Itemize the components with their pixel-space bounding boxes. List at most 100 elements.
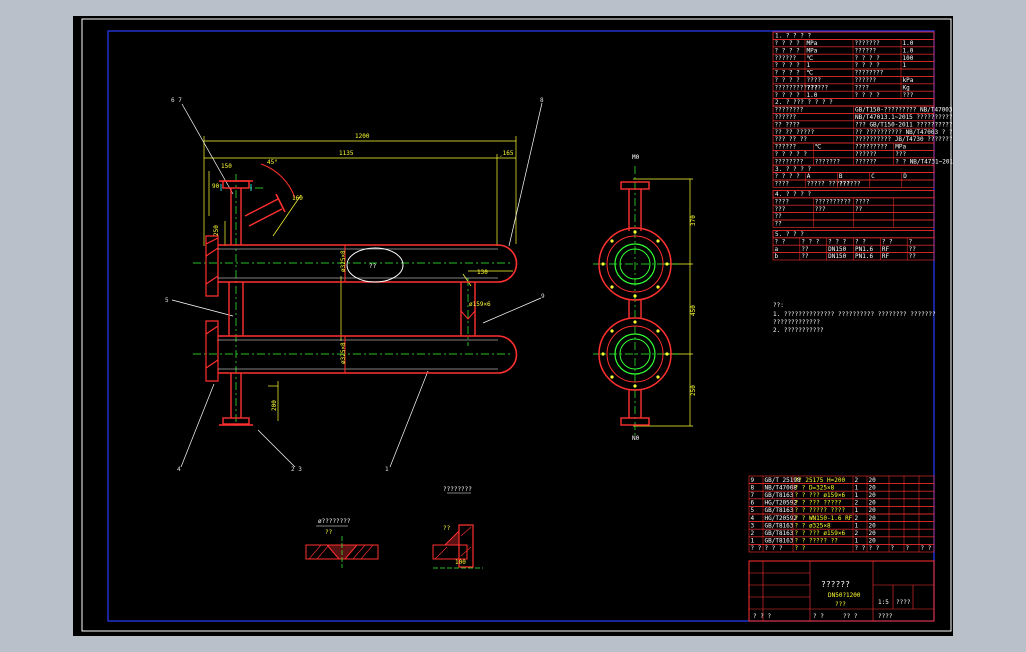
notes: ??: 1. ?????????????? ?????????? ???????… (773, 302, 936, 334)
part-label-5: 5 (165, 297, 169, 304)
dim-overall: 1200 (355, 133, 370, 140)
spec-cell: 1.0 (903, 40, 914, 47)
note-line-1: 1. ?????????????? ?????????? ???????? ??… (773, 311, 936, 318)
title-bottom-1: ? ? ? (753, 613, 771, 620)
bom-cell: 1 (855, 492, 859, 499)
dim-conn: ø159×6 (469, 301, 491, 308)
detail-a-sub: ?? (325, 529, 333, 536)
title-dwg: DN50?1200 (828, 592, 861, 599)
dim-inner: 1135 (339, 150, 354, 157)
spec-cell: DN150 (828, 253, 846, 260)
spec-cell: Kg (903, 84, 911, 91)
spec-cell: ?? (775, 221, 783, 228)
spec-cell: PN1.6 (855, 253, 873, 260)
flange-mark-bottom: N0 (632, 435, 640, 442)
bom-cell: 1 (855, 522, 859, 529)
title-main: ?????? (821, 580, 850, 589)
part-label-8: 8 (540, 97, 544, 104)
spec-cell: ?????????? (815, 198, 852, 205)
spec-cell: ? ? ? ? (775, 173, 801, 180)
bom-cell: 7 (751, 492, 755, 499)
spec-cell: NB/T47013.1~2015 ?????????? (855, 114, 953, 121)
bom-cell: 2 (751, 530, 755, 537)
spec-cell: ? ? ? (828, 238, 846, 245)
spec-cell: ??? (895, 151, 906, 158)
spec-cell: ?? (801, 253, 809, 260)
cad-drawing: 6 7 8 5 9 4 2 3 1 ?? 1200 1135 ¸165 150 … (81, 18, 953, 632)
dim-right: ¸165 (499, 150, 514, 157)
spec-cell: ? ? ? ? (775, 62, 801, 69)
bom-cell: ? ? WN150-1.6 RF (795, 515, 853, 522)
bom-cell: ? ? ? (765, 545, 783, 552)
spec-cell: ???? (775, 198, 790, 205)
spec-cell: ???? (775, 181, 790, 188)
spec-cell: b (775, 253, 779, 260)
side-view (593, 166, 693, 436)
note-line-2: ????????????? (773, 319, 820, 326)
dim-d130: 130 (477, 269, 488, 276)
bom-cell: ? ? (751, 545, 762, 552)
detail-b-dim2: 100 (455, 559, 466, 566)
spec-cell: MPa (807, 47, 818, 54)
bom-cell: ? ? (921, 545, 932, 552)
title-sub: ??? (835, 601, 846, 608)
spec-cell: ?????? (855, 77, 877, 84)
detail-b-label: ???????? (443, 486, 472, 493)
bom-cell: 20 (869, 484, 877, 491)
spec-cell: ? ? NB/T4731~2015 (895, 158, 953, 165)
spec-cell: ??????? (855, 40, 881, 47)
spec-cell: ?? (909, 246, 917, 253)
dim-pipe-a: ø325×8 (340, 250, 347, 272)
bom-cell: 1 (855, 484, 859, 491)
flange-mark-top: M0 (632, 154, 640, 161)
title-bottom-4: ???? (878, 613, 893, 620)
dim-pipe-b: ø325×8 (340, 342, 347, 364)
spec-cell: C (871, 173, 875, 180)
dim-angle: 45° (267, 159, 278, 166)
bom-table: 9 GB/T 25198?? 25175 H=200 2 208 NB/T47008? … (748, 475, 935, 553)
notes-title: ??: (773, 302, 784, 309)
spec-cell: ???? (855, 84, 870, 91)
spec-section-title: 4. ? ? ? ? (775, 191, 812, 198)
part-label-1: 1 (385, 466, 389, 473)
spec-cell: MPa (895, 144, 906, 151)
detail-b-dim: ?? (443, 525, 451, 532)
spec-cell: D (903, 173, 907, 180)
spec-cell: ????????? (855, 144, 888, 151)
weld-detail-a (305, 525, 379, 568)
bom-cell: 5 (751, 507, 755, 514)
spec-cell: ?? (775, 213, 783, 220)
spec-cell: ?????????? JB/T4730 ??????? (855, 136, 953, 143)
spec-cell: ? ? ? ? (855, 62, 881, 69)
spec-cell: ? ? ? ? (855, 92, 881, 99)
spec-cell: ??? (903, 92, 914, 99)
spec-cell: ??????? (815, 158, 841, 165)
title-sheet: ???? (896, 599, 911, 606)
bom-cell: 3 (751, 522, 755, 529)
spec-cell: ? ? ? ? (775, 40, 801, 47)
spec-cell: ? ? ? ? (775, 70, 801, 77)
spec-cell: ??? (815, 206, 826, 213)
spec-cell: ?????? (775, 114, 797, 121)
spec-cell: ? ? ? ? (775, 47, 801, 54)
bom-cell: ? ? ??? ø159×6 (795, 492, 846, 499)
bom-cell: HG/T20592 (765, 500, 798, 507)
spec-cell: ??? (775, 206, 786, 213)
weld-detail-b (432, 492, 483, 569)
spec-section-title: 5. ? ? ? (775, 231, 804, 238)
bom-cell: 2 (855, 515, 859, 522)
spec-section-title: 3. ? ? ? ? (775, 166, 812, 173)
bom-cell: 20 (869, 477, 877, 484)
bom-cell: 1 (855, 538, 859, 545)
front-view (171, 102, 543, 468)
bom-cell: 6 (751, 500, 755, 507)
spec-cell: 1 (807, 62, 811, 69)
bom-cell: GB/T8163 (765, 492, 794, 499)
spec-cell: kPa (903, 77, 914, 84)
part-label-9: 9 (541, 293, 545, 300)
bom-cell: GB/T8163 (765, 538, 794, 545)
spec-cell: ?????? (839, 181, 861, 188)
dim-side-bot: 250 (690, 385, 697, 396)
spec-cell: ?? ???? (775, 121, 801, 128)
dim-bar-ref: 90 (212, 183, 220, 190)
